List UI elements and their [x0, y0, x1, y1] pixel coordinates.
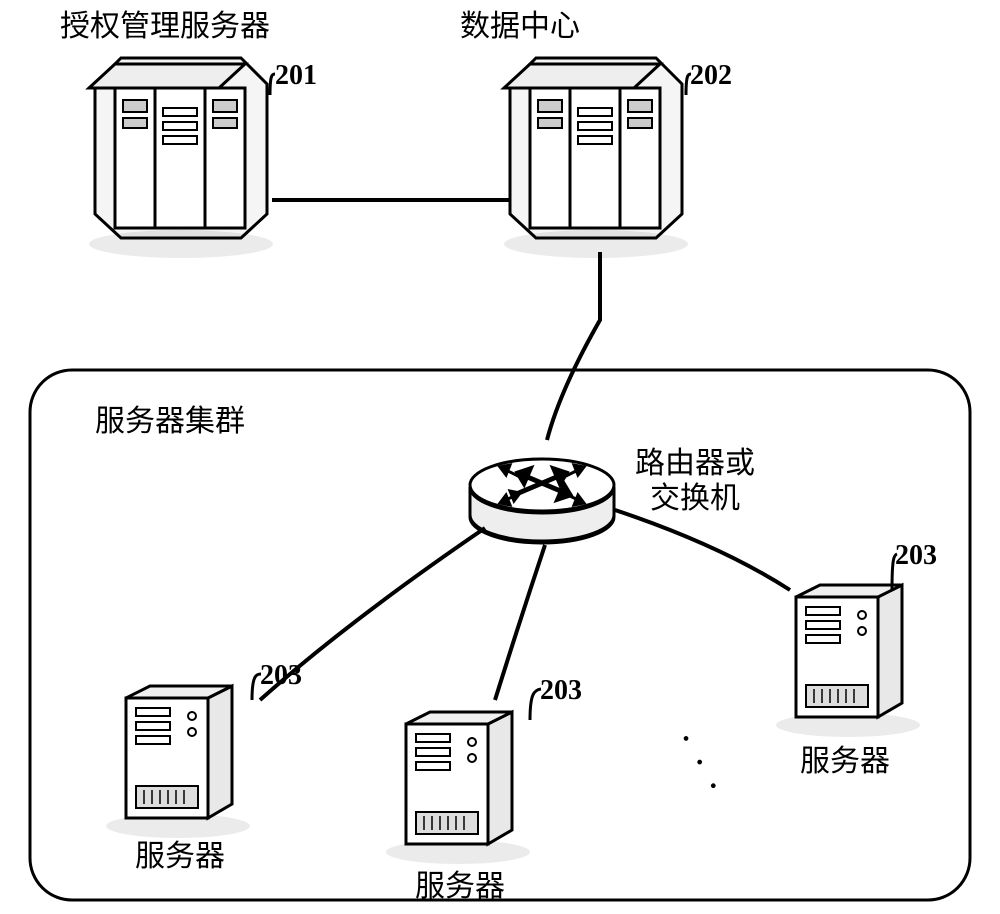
auth-server-icon	[89, 58, 273, 258]
link-router-server-mid	[495, 545, 545, 700]
diagram-stage: 授权管理服务器 数据中心 201 202 服务器集群 路由器或 交换机 203 …	[0, 0, 1000, 914]
link-202-router	[547, 252, 600, 440]
data-center-icon	[504, 58, 688, 258]
diagram-svg	[0, 0, 1000, 914]
link-router-server-right	[615, 510, 790, 590]
link-router-server-left	[260, 528, 485, 700]
server-right-icon	[776, 585, 920, 737]
server-mid-icon	[386, 712, 530, 864]
router-icon	[470, 459, 614, 543]
server-left-icon	[106, 686, 250, 838]
